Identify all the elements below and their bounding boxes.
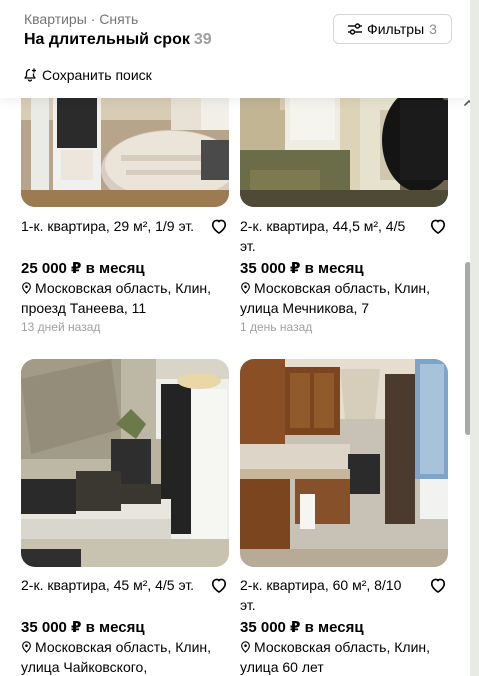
listing-price: 35 000 ₽ в месяц: [240, 260, 364, 277]
listing-title[interactable]: 2-к. квартира, 60 м², 8/10 эт.: [240, 575, 415, 615]
listing-title[interactable]: 2-к. квартира, 45 м², 4/5 эт.: [21, 575, 196, 595]
favorite-heart-icon[interactable]: [209, 575, 229, 595]
location-pin-icon: [241, 641, 250, 653]
filters-count: 3: [429, 21, 437, 37]
scroll-up-chevron-icon[interactable]: [463, 98, 470, 108]
listing-address: Московская область, Клин, проезд Танеева…: [21, 278, 231, 318]
results-count: 39: [193, 31, 212, 48]
location-pin-icon: [241, 282, 250, 294]
listing-address-text: Московская область, Клин, улица Мечников…: [240, 280, 431, 316]
listing-title-row: 2-к. квартира, 60 м², 8/10 эт.: [240, 575, 448, 615]
scrollbar-thumb[interactable]: [465, 262, 470, 435]
listing-address-text: Московская область, Клин, улица 60 лет: [240, 639, 431, 675]
listing-title-row: 1-к. квартира, 29 м², 1/9 эт.: [21, 216, 229, 236]
favorite-heart-icon[interactable]: [428, 575, 448, 595]
listing-price: 35 000 ₽ в месяц: [240, 619, 364, 636]
kitchen-photo: [240, 359, 448, 567]
listing-title-row: 2-к. квартира, 44,5 м², 4/5 эт.: [240, 216, 448, 256]
listings-panel: 1-к. квартира, 29 м², 1/9 эт. 25 000 ₽ в…: [0, 0, 470, 676]
listing-title-row: 2-к. квартира, 45 м², 4/5 эт.: [21, 575, 229, 595]
listing-title[interactable]: 1-к. квартира, 29 м², 1/9 эт.: [21, 216, 196, 236]
listing-title[interactable]: 2-к. квартира, 44,5 м², 4/5 эт.: [240, 216, 415, 256]
listing-address-text: Московская область, Клин, проезд Танеева…: [21, 280, 212, 316]
listing-date: 13 дней назад: [21, 320, 101, 334]
sliders-icon: [348, 23, 363, 35]
listing-address: Московская область, Клин, улица Мечников…: [240, 278, 450, 318]
filters-label: Фильтры: [367, 21, 425, 37]
listing-address-text: Московская область, Клин, улица Чайковск…: [21, 639, 212, 675]
breadcrumb[interactable]: Квартиры · Снять: [24, 11, 138, 27]
listing-address: Московская область, Клин, улица 60 лет: [240, 637, 450, 676]
listing-price: 25 000 ₽ в месяц: [21, 260, 145, 277]
listing-photo[interactable]: [240, 359, 448, 567]
save-search-button[interactable]: Сохранить поиск: [24, 67, 152, 83]
listing-date: 1 день назад: [240, 320, 313, 334]
location-pin-icon: [22, 282, 31, 294]
favorite-heart-icon[interactable]: [209, 216, 229, 236]
listing-address: Московская область, Клин, улица Чайковск…: [21, 637, 231, 676]
page-title: На длительный срок 39: [24, 31, 212, 49]
listing-photo[interactable]: [21, 359, 229, 567]
filters-button[interactable]: Фильтры 3: [333, 14, 452, 44]
favorite-heart-icon[interactable]: [428, 216, 448, 236]
bell-plus-icon: [24, 68, 36, 82]
location-pin-icon: [22, 641, 31, 653]
page-title-text: На длительный срок: [24, 31, 190, 48]
listing-price: 35 000 ₽ в месяц: [21, 619, 145, 636]
save-search-label: Сохранить поиск: [42, 67, 152, 83]
living-room-photo: [21, 359, 229, 567]
search-header: Квартиры · Снять На длительный срок 39 Фи…: [0, 0, 470, 98]
